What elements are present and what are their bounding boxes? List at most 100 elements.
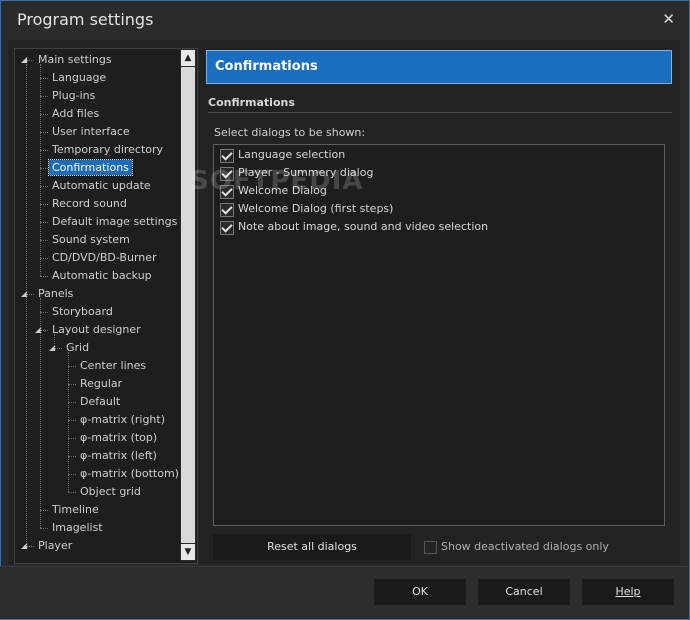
tree-connector xyxy=(40,132,48,133)
tree-item[interactable]: Sound system xyxy=(49,231,133,249)
tree-item[interactable]: Record sound xyxy=(49,195,130,213)
tree-connector xyxy=(68,402,76,403)
tree-item[interactable]: Center lines xyxy=(77,357,149,375)
show-deactivated-label: Show deactivated dialogs only xyxy=(441,540,609,553)
dialog-list-item[interactable]: Welcome Dialog (first steps) xyxy=(220,200,660,218)
tree-item-label: Sound system xyxy=(52,233,130,246)
tree-item-label: Default image settings xyxy=(52,215,178,228)
tree-guide xyxy=(54,334,55,348)
tree-item[interactable]: Panels xyxy=(35,285,76,303)
tree-guide xyxy=(40,64,41,276)
dialog-checkbox[interactable] xyxy=(220,221,234,235)
section-title: Confirmations xyxy=(208,96,295,109)
tree-item[interactable]: User interface xyxy=(49,123,133,141)
dialog-list-item[interactable]: Note about image, sound and video select… xyxy=(220,218,660,236)
tree-guide xyxy=(26,64,27,546)
dialog-list-item[interactable]: Language selection xyxy=(220,146,660,164)
tree-item-label: Add files xyxy=(52,107,100,120)
tree-item-label: φ-matrix (bottom) xyxy=(80,467,179,480)
tree-item[interactable]: Automatic backup xyxy=(49,267,155,285)
tree-item[interactable]: φ-matrix (top) xyxy=(77,429,160,447)
dialog-label: Language selection xyxy=(238,148,346,161)
tree-connector xyxy=(68,474,76,475)
tree-connector xyxy=(40,186,48,187)
tree-item-label: φ-matrix (top) xyxy=(80,431,158,444)
tree-item-label: φ-matrix (left) xyxy=(80,449,157,462)
tree-item-label: Timeline xyxy=(52,503,99,516)
tree-item[interactable]: Temporary directory xyxy=(49,141,166,159)
tree-connector xyxy=(40,510,48,511)
show-deactivated-checkbox[interactable] xyxy=(424,541,437,554)
tree-item[interactable]: Player xyxy=(35,537,75,555)
tree-item[interactable]: Main settings xyxy=(35,51,115,69)
tree-item[interactable]: Storyboard xyxy=(49,303,116,321)
tree-item-label: Center lines xyxy=(80,359,147,372)
tree-connector xyxy=(40,258,48,259)
dialog-checklist: Language selection Player - Summery dialo… xyxy=(213,144,665,526)
panel-header-title: Confirmations xyxy=(215,59,318,74)
tree-item[interactable]: Confirmations xyxy=(48,159,133,177)
tree-item-label: Main settings xyxy=(38,53,112,66)
settings-tree: Main settings ◢ Language Plug-ins Add files U… xyxy=(14,48,198,564)
tree-item-label: Panels xyxy=(38,287,74,300)
tree-item[interactable]: CD/DVD/BD-Burner xyxy=(49,249,160,267)
tree-item[interactable]: Plug-ins xyxy=(49,87,98,105)
tree-viewport: Main settings ◢ Language Plug-ins Add files U… xyxy=(15,49,179,563)
tree-connector xyxy=(40,204,48,205)
tree-item-label: Confirmations xyxy=(48,159,133,176)
tree-item[interactable]: Object grid xyxy=(77,483,144,501)
tree-item[interactable]: Automatic update xyxy=(49,177,154,195)
tree-item-label: Object grid xyxy=(80,485,141,498)
tree-item[interactable]: Add files xyxy=(49,105,102,123)
scroll-up-icon[interactable]: ▲ xyxy=(181,50,195,66)
tree-item-label: Automatic backup xyxy=(52,269,152,282)
tree-item-label: Default xyxy=(80,395,121,408)
tree-item[interactable]: Language xyxy=(49,69,109,87)
dialog-checkbox[interactable] xyxy=(220,149,234,163)
tree-item-label: φ-matrix (right) xyxy=(80,413,166,426)
tree-item[interactable]: Default image settings xyxy=(49,213,179,231)
reset-all-dialogs-button[interactable]: Reset all dialogs xyxy=(213,534,411,560)
tree-connector xyxy=(68,420,76,421)
tree-item[interactable]: φ-matrix (bottom) xyxy=(77,465,179,483)
close-icon[interactable]: ✕ xyxy=(662,10,675,28)
list-caption: Select dialogs to be shown: xyxy=(214,126,366,139)
scroll-thumb[interactable] xyxy=(181,67,195,543)
tree-item-label: Storyboard xyxy=(52,305,113,318)
tree-connector xyxy=(40,114,48,115)
section-divider xyxy=(208,112,672,113)
tree-connector xyxy=(40,312,48,313)
tree-connector xyxy=(40,222,48,223)
cancel-button[interactable]: Cancel xyxy=(478,579,570,605)
tree-guide xyxy=(40,298,41,528)
tree-item[interactable]: Timeline xyxy=(49,501,102,519)
scroll-down-icon[interactable]: ▼ xyxy=(181,544,195,560)
help-button-label: Help xyxy=(615,585,641,598)
dialog-label: Welcome Dialog (first steps) xyxy=(238,202,394,215)
help-button[interactable]: Help xyxy=(582,579,674,605)
tree-connector xyxy=(68,492,76,493)
tree-item-label: Player xyxy=(38,539,73,552)
tree-item-label: Record sound xyxy=(52,197,127,210)
tree-item-label: CD/DVD/BD-Burner xyxy=(52,251,157,264)
tree-item[interactable]: φ-matrix (right) xyxy=(77,411,168,429)
tree-connector xyxy=(68,384,76,385)
tree-item-label: User interface xyxy=(52,125,130,138)
tree-item[interactable]: Imagelist xyxy=(49,519,106,537)
tree-item-label: Regular xyxy=(80,377,123,390)
tree-connector xyxy=(40,78,48,79)
tree-item-label: Automatic update xyxy=(52,179,151,192)
tree-connector xyxy=(40,276,48,277)
tree-item[interactable]: Default xyxy=(77,393,123,411)
tree-scrollbar[interactable]: ▲ ▼ xyxy=(180,49,196,561)
tree-connector xyxy=(40,240,48,241)
dialog-label: Note about image, sound and video select… xyxy=(238,220,489,233)
tree-item[interactable]: φ-matrix (left) xyxy=(77,447,160,465)
tree-connector xyxy=(68,366,76,367)
tree-item[interactable]: Layout designer xyxy=(49,321,144,339)
panel-header: Confirmations xyxy=(206,50,672,84)
tree-item[interactable]: Regular xyxy=(77,375,125,393)
ok-button[interactable]: OK xyxy=(374,579,466,605)
dialog-checkbox[interactable] xyxy=(220,203,234,217)
tree-connector xyxy=(68,456,76,457)
